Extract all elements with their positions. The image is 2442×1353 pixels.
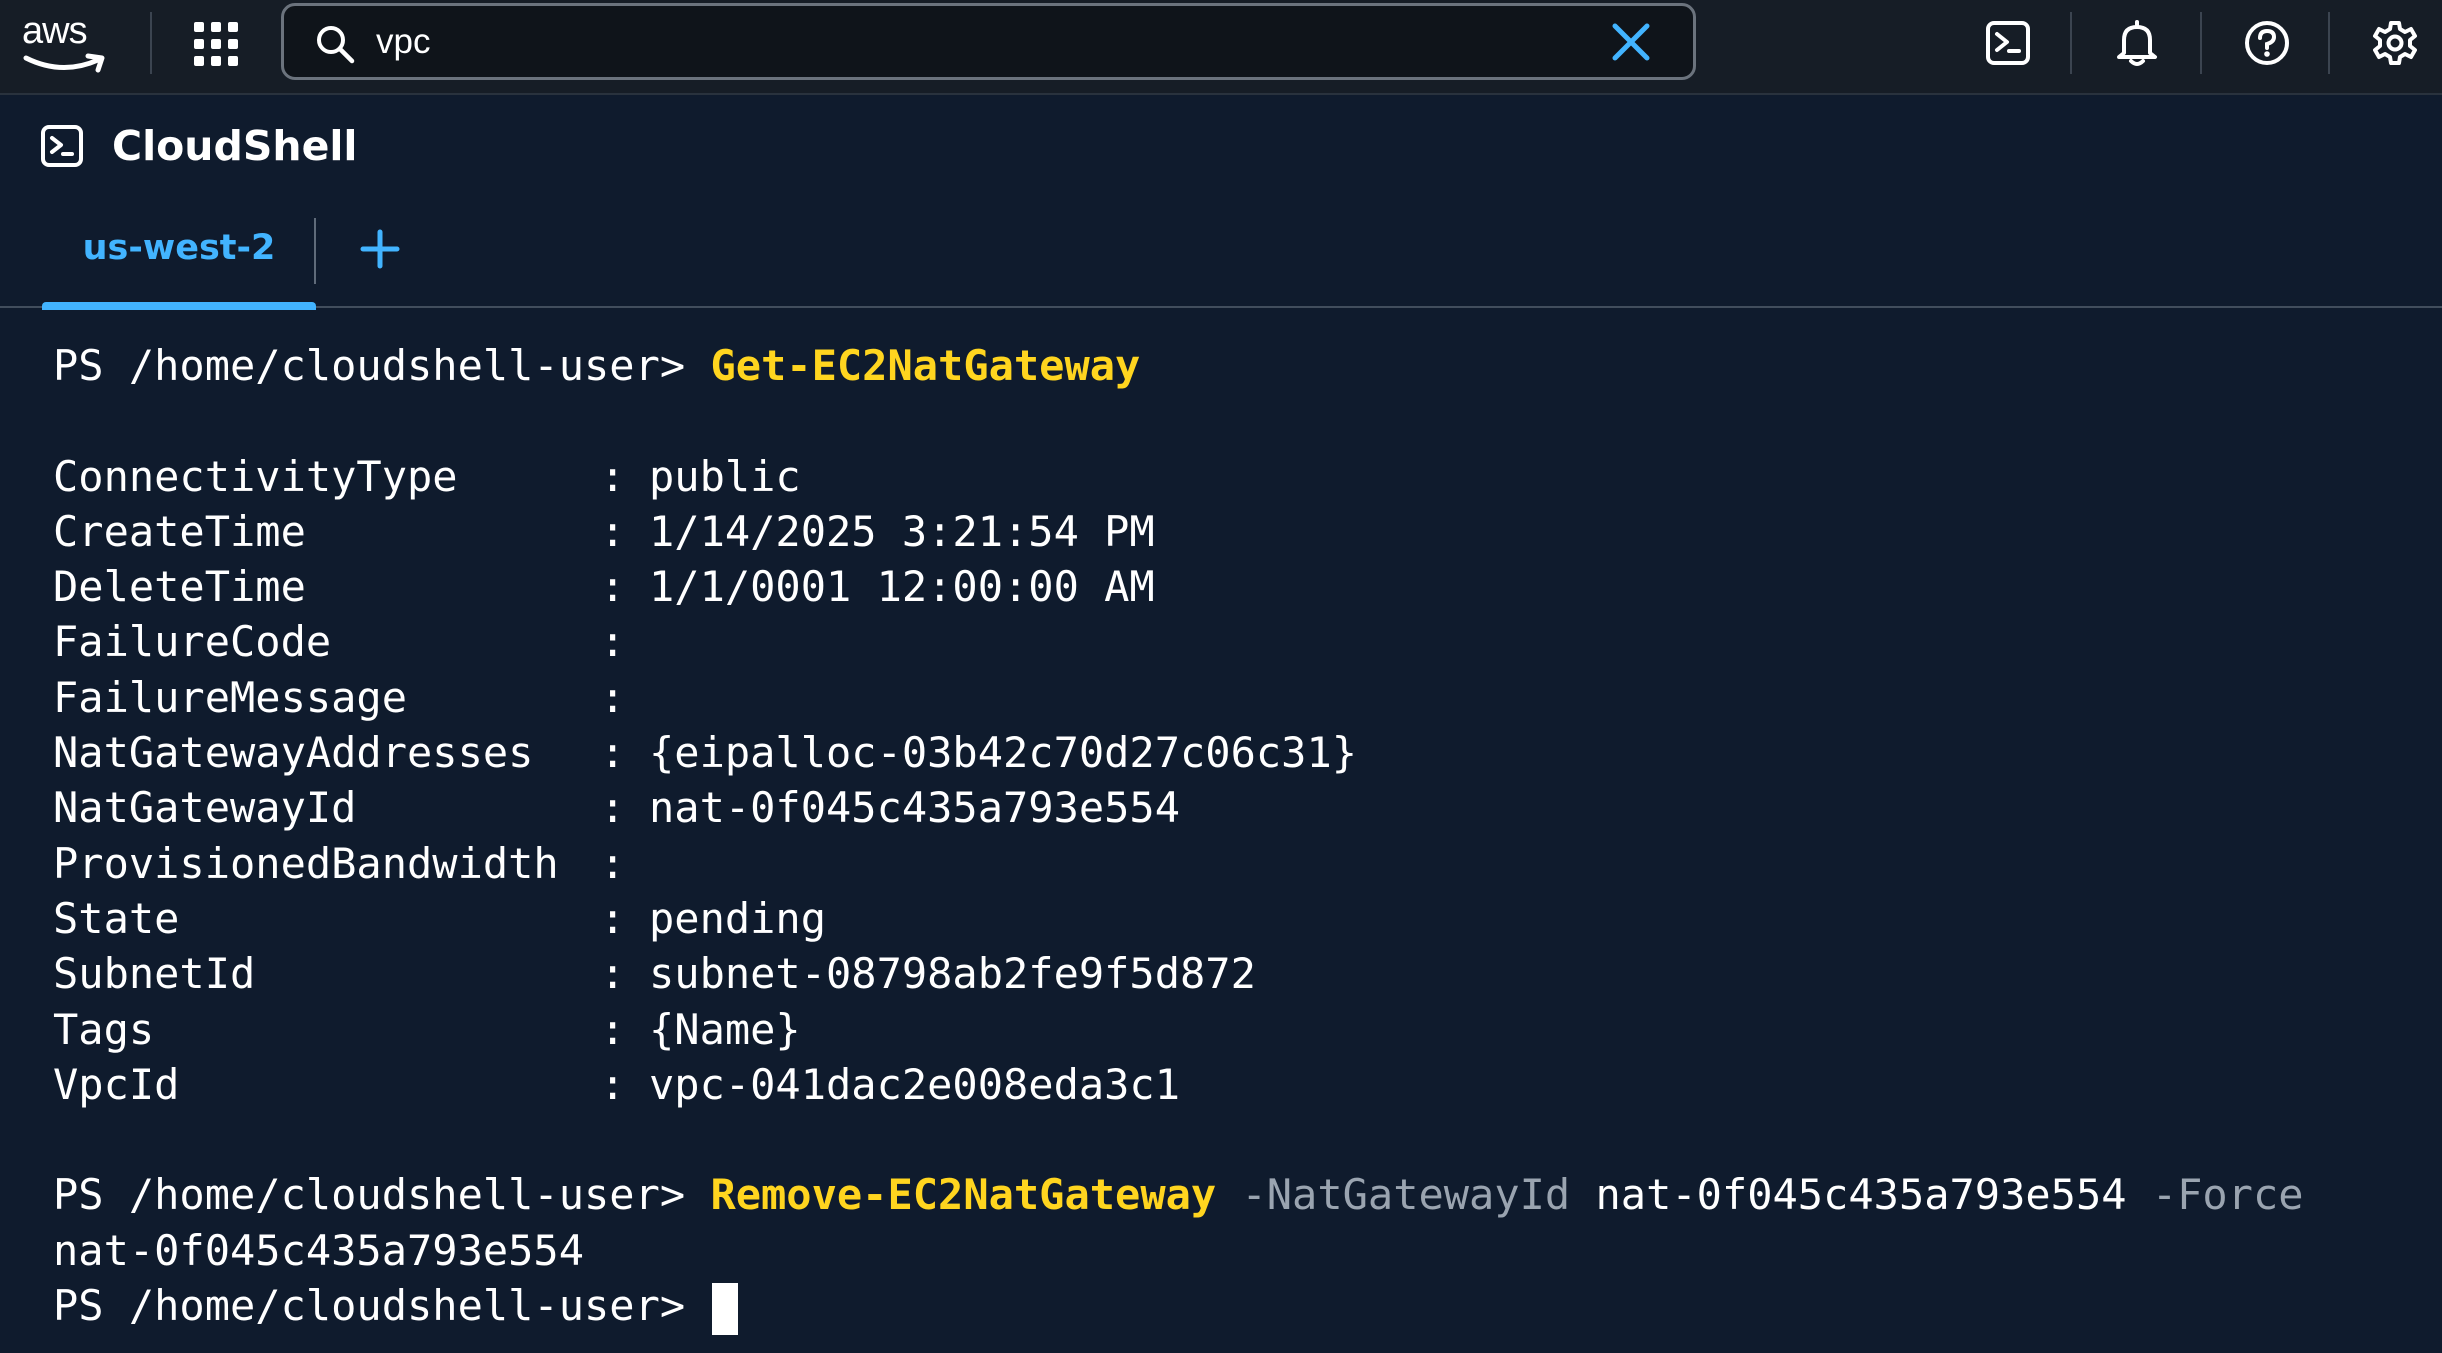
tab-us-west-2[interactable]: us-west-2 <box>42 212 316 310</box>
property-separator: : <box>600 451 626 501</box>
cloudshell-icon <box>1986 21 2030 65</box>
prompt: PS /home/cloudshell-user> <box>53 1170 686 1220</box>
grid-icon <box>194 22 238 66</box>
property-value: 1/1/0001 12:00:00 AM <box>649 562 1155 612</box>
terminal-line: nat-0f045c435a793e554 <box>53 1223 2413 1278</box>
property-separator: : <box>600 1004 626 1054</box>
property-row: FailureCode: <box>53 614 2413 669</box>
property-value: 1/14/2025 3:21:54 PM <box>649 506 1155 556</box>
property-value: nat-0f045c435a793e554 <box>649 783 1181 833</box>
property-key: NatGatewayId <box>53 783 357 833</box>
property-key: ProvisionedBandwidth <box>53 838 559 888</box>
command-output: nat-0f045c435a793e554 <box>53 1225 585 1275</box>
property-separator: : <box>600 893 626 943</box>
session-tab-bar: us-west-2 <box>0 212 2442 310</box>
property-value: subnet-08798ab2fe9f5d872 <box>649 949 1256 999</box>
nav-divider <box>2200 12 2202 74</box>
command: Remove-EC2NatGateway <box>710 1170 1217 1220</box>
property-key: DeleteTime <box>53 562 306 612</box>
property-row: CreateTime:1/14/2025 3:21:54 PM <box>53 504 2413 559</box>
terminal-line: PS /home/cloudshell-user> <box>53 1278 2413 1335</box>
property-value: vpc-041dac2e008eda3c1 <box>649 1059 1181 1109</box>
terminal-output[interactable]: PS /home/cloudshell-user> Get-EC2NatGate… <box>53 338 2413 1335</box>
parameter: -Force <box>2151 1170 2304 1220</box>
property-row: FailureMessage: <box>53 670 2413 725</box>
services-grid-icon[interactable] <box>192 20 240 68</box>
nav-divider <box>2070 12 2072 74</box>
property-key: SubnetId <box>53 949 256 999</box>
property-list: ConnectivityType: public CreateTime:1/14/2… <box>53 449 2413 1113</box>
cloudshell-icon <box>41 125 83 167</box>
property-key: State <box>53 893 180 943</box>
page-title: CloudShell <box>112 122 358 170</box>
prompt: PS /home/cloudshell-user> <box>53 1281 686 1331</box>
property-value: {Name} <box>649 1004 801 1054</box>
property-key: FailureCode <box>53 617 332 667</box>
property-key: Tags <box>53 1004 155 1054</box>
tab-divider <box>314 218 316 284</box>
property-row: VpcId: vpc-041dac2e008eda3c1 <box>53 1057 2413 1112</box>
aws-logo[interactable]: aws <box>22 10 112 73</box>
property-key: CreateTime <box>53 506 306 556</box>
parameter: -NatGatewayId <box>1241 1170 1571 1220</box>
cloudshell-button[interactable] <box>1981 16 2035 70</box>
aws-smile-icon <box>23 53 105 73</box>
property-row: NatGatewayId: nat-0f045c435a793e554 <box>53 780 2413 835</box>
property-separator: : <box>600 562 626 612</box>
property-row: SubnetId: subnet-08798ab2fe9f5d872 <box>53 946 2413 1001</box>
aws-logo-text: aws <box>22 10 88 52</box>
property-value: pending <box>649 893 827 943</box>
settings-button[interactable] <box>2368 16 2422 70</box>
nav-divider <box>2328 12 2330 74</box>
bell-icon <box>2117 20 2157 66</box>
active-tab-indicator <box>42 302 316 310</box>
property-separator: : <box>600 617 626 667</box>
property-value: {eipalloc-03b42c70d27c06c31} <box>649 728 1358 778</box>
help-button[interactable] <box>2240 16 2294 70</box>
terminal-line: PS /home/cloudshell-user> Get-EC2NatGate… <box>53 338 2413 393</box>
prompt: PS /home/cloudshell-user> <box>53 341 686 390</box>
property-row: NatGatewayAddresses: {eipalloc-03b42c70d2… <box>53 725 2413 780</box>
search-input[interactable] <box>376 16 1556 68</box>
property-row: ProvisionedBandwidth: <box>53 836 2413 891</box>
property-key: VpcId <box>53 1059 180 1109</box>
terminal-cursor[interactable] <box>712 1282 739 1335</box>
search-icon <box>317 26 355 64</box>
property-separator: : <box>600 949 626 999</box>
terminal-line: PS /home/cloudshell-user> Remove-EC2NatG… <box>53 1167 2413 1222</box>
search-bar[interactable] <box>281 3 1696 80</box>
nav-divider <box>150 12 152 74</box>
property-separator: : <box>600 506 626 556</box>
notifications-button[interactable] <box>2110 16 2164 70</box>
property-row: Tags: {Name} <box>53 1002 2413 1057</box>
property-separator: : <box>600 838 626 888</box>
settings-icon <box>2373 21 2417 65</box>
plus-icon <box>360 229 400 269</box>
property-separator: : <box>600 728 626 778</box>
property-row: ConnectivityType: public <box>53 449 2413 504</box>
cloudshell-header: CloudShell <box>40 118 357 174</box>
property-value: public <box>649 451 801 501</box>
clear-search-icon[interactable] <box>1611 22 1651 62</box>
property-key: NatGatewayAddresses <box>53 728 534 778</box>
tab-label: us-west-2 <box>82 228 276 268</box>
property-separator: : <box>600 783 626 833</box>
property-row: DeleteTime:1/1/0001 12:00:00 AM <box>53 559 2413 614</box>
command: Get-EC2NatGateway <box>710 341 1141 390</box>
top-navigation: aws <box>0 0 2442 95</box>
property-row: State: pending <box>53 891 2413 946</box>
property-key: FailureMessage <box>53 672 408 722</box>
property-key: ConnectivityType <box>53 451 458 501</box>
help-icon <box>2245 21 2289 65</box>
property-separator: : <box>600 1059 626 1109</box>
add-tab-button[interactable] <box>355 224 405 274</box>
property-separator: : <box>600 672 626 722</box>
argument: nat-0f045c435a793e554 <box>1595 1170 2127 1220</box>
